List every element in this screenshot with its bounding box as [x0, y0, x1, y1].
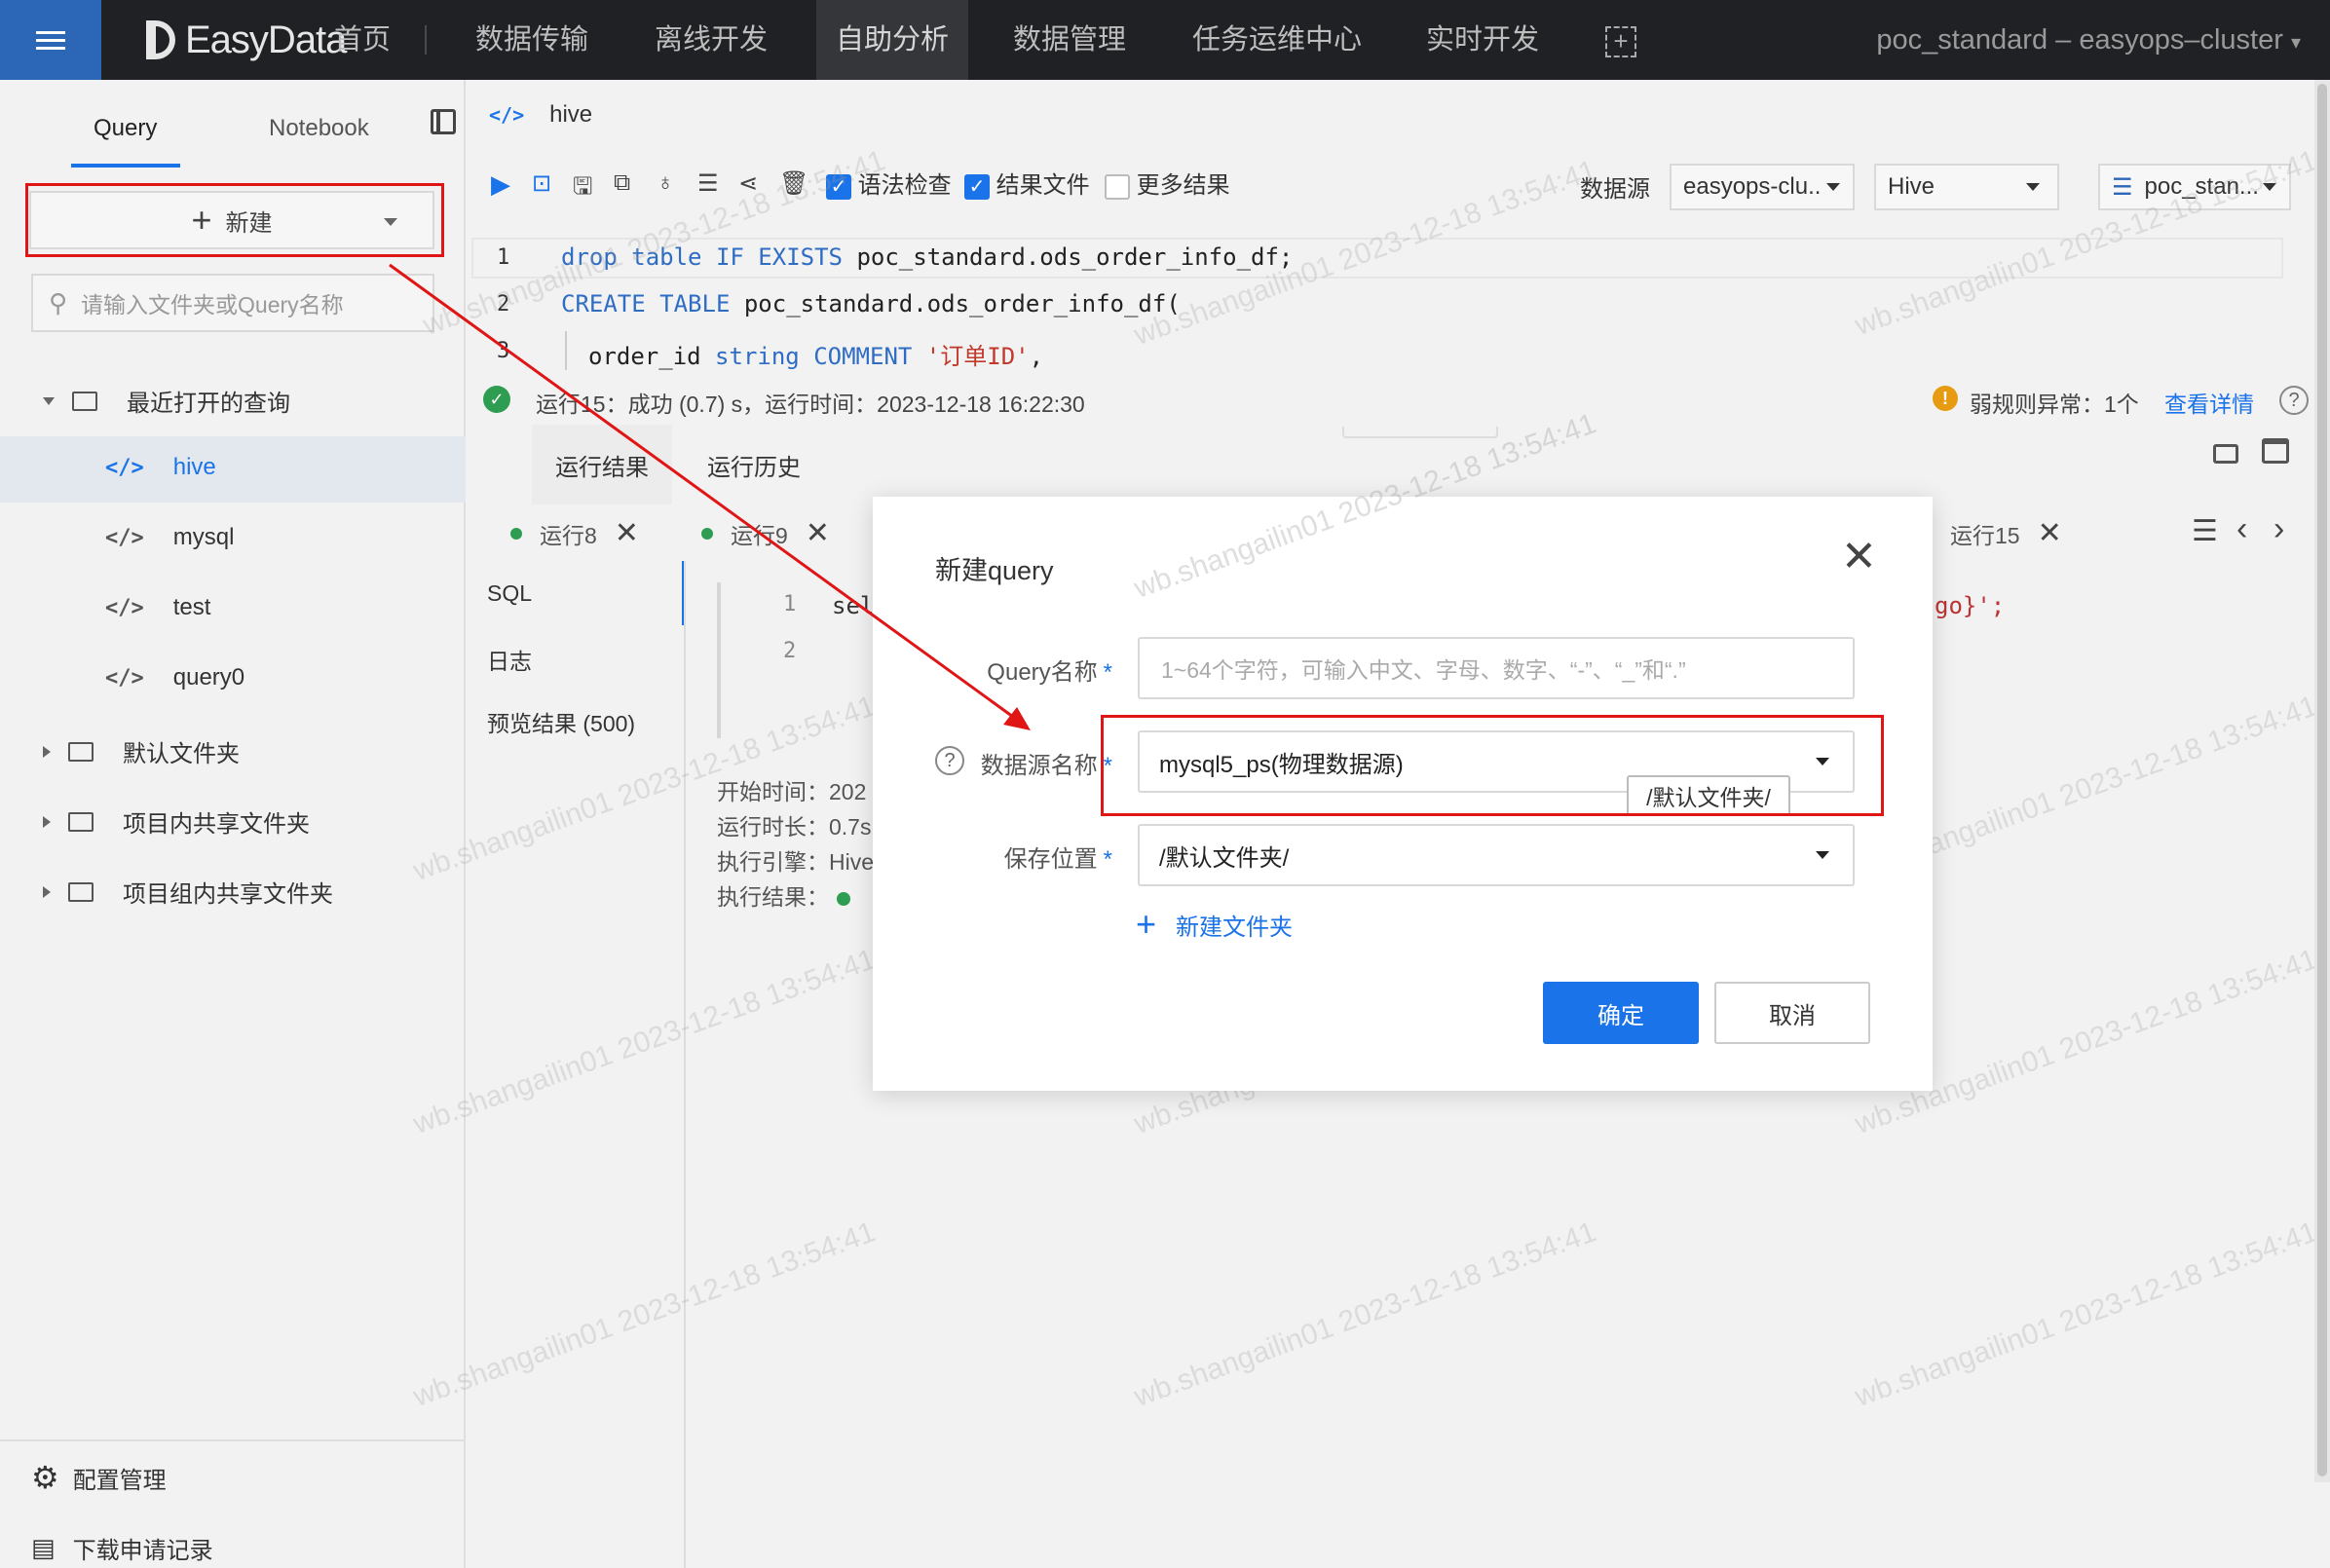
annotation-arrow [389, 263, 1031, 730]
arrow-line [389, 263, 1014, 719]
arrow-head [1003, 707, 1031, 730]
